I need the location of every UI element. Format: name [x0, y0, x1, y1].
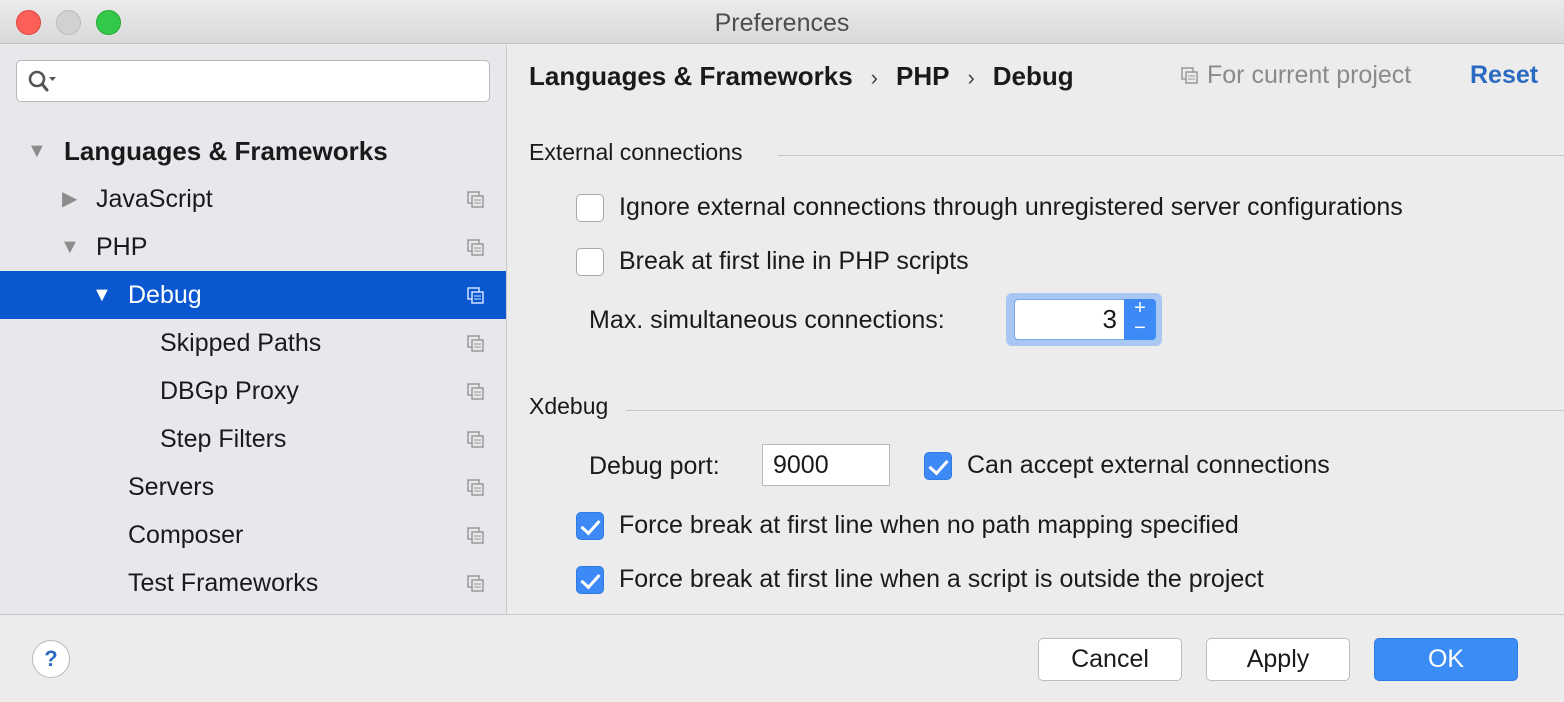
spinner-buttons: + − [1124, 298, 1156, 340]
force-break-outside-project-checkbox-row[interactable]: Force break at first line when a script … [576, 564, 1396, 594]
breadcrumb-debug: Debug [992, 61, 1074, 91]
tree-item-label: DBGp Proxy [160, 377, 299, 405]
tree-item-label: Servers [128, 473, 215, 501]
settings-search-input[interactable] [16, 60, 490, 102]
debug-port-label: Debug port: [589, 452, 720, 480]
tree-item-debug[interactable]: ▼ Debug [0, 271, 506, 319]
project-scope-icon [1181, 67, 1198, 85]
section-divider [626, 410, 1564, 411]
debug-port-field[interactable] [762, 444, 890, 486]
tree-item-label: Composer [128, 521, 244, 549]
debug-port-input[interactable] [763, 445, 889, 485]
increment-button[interactable]: + [1124, 298, 1156, 319]
project-scope-icon [467, 431, 484, 448]
checkbox-label: Can accept external connections [967, 451, 1330, 479]
settings-sidebar: ▼ Languages & Frameworks ▶ JavaScript ▼ … [0, 45, 507, 614]
tree-item-label: Debug [128, 281, 202, 309]
tree-item-label: Languages & Frameworks [64, 136, 388, 166]
tree-item-label: PHP [96, 233, 148, 261]
project-scope-icon [467, 383, 484, 400]
section-title-external-connections: External connections [529, 139, 743, 165]
checkbox-label: Force break at first line when no path m… [619, 511, 1239, 539]
ignore-external-connections-checkbox-row[interactable]: Ignore external connections through unre… [576, 192, 1536, 222]
tree-item-label: Test Frameworks [128, 569, 319, 597]
break-first-line-checkbox-row[interactable]: Break at first line in PHP scripts [576, 246, 1176, 276]
tree-item-label: Step Filters [160, 425, 287, 453]
apply-button[interactable]: Apply [1206, 638, 1350, 681]
breadcrumb: Languages & Frameworks › PHP › Debug [529, 61, 1074, 92]
tree-item-label: JavaScript [96, 185, 213, 213]
section-divider [778, 155, 1564, 156]
dialog-button-bar: ? Cancel Apply OK [0, 614, 1564, 702]
settings-content: Languages & Frameworks › PHP › Debug For cur… [508, 45, 1564, 614]
tree-item-javascript[interactable]: ▶ JavaScript [0, 175, 506, 223]
scope-indicator: For current project [1181, 61, 1411, 90]
project-scope-icon [467, 191, 484, 208]
tree-item-composer[interactable]: Composer [0, 511, 506, 559]
section-title-xdebug: Xdebug [529, 393, 609, 419]
project-scope-icon [467, 335, 484, 352]
tree-item-languages-frameworks[interactable]: ▼ Languages & Frameworks [0, 127, 506, 175]
max-connections-label: Max. simultaneous connections: [589, 306, 945, 334]
breadcrumb-php: PHP [895, 61, 950, 91]
checkbox-label: Force break at first line when a script … [619, 565, 1264, 593]
expand-arrow-icon[interactable]: ▼ [27, 127, 47, 175]
force-break-no-mapping-checkbox[interactable] [576, 512, 604, 540]
breadcrumb-separator: › [967, 65, 975, 90]
ignore-external-connections-checkbox[interactable] [576, 194, 604, 222]
breadcrumb-languages-frameworks: Languages & Frameworks [529, 61, 853, 91]
project-scope-icon [467, 575, 484, 592]
reset-link[interactable]: Reset [1470, 61, 1538, 90]
title-bar: Preferences [0, 0, 1564, 44]
force-break-outside-project-checkbox[interactable] [576, 566, 604, 594]
accept-external-connections-checkbox[interactable] [924, 452, 952, 480]
accept-external-connections-checkbox-row[interactable]: Can accept external connections [924, 450, 1444, 480]
force-break-no-mapping-checkbox-row[interactable]: Force break at first line when no path m… [576, 510, 1376, 540]
ok-button[interactable]: OK [1374, 638, 1518, 681]
preferences-window: Preferences ▼ Languages & Frameworks ▶ J… [0, 0, 1564, 702]
tree-item-step-filters[interactable]: Step Filters [0, 415, 506, 463]
tree-item-servers[interactable]: Servers [0, 463, 506, 511]
cancel-button[interactable]: Cancel [1038, 638, 1182, 681]
scope-label: For current project [1207, 61, 1412, 89]
tree-item-skipped-paths[interactable]: Skipped Paths [0, 319, 506, 367]
project-scope-icon [467, 287, 484, 304]
project-scope-icon [467, 479, 484, 496]
project-scope-icon [467, 239, 484, 256]
help-button[interactable]: ? [32, 640, 70, 678]
checkbox-label: Break at first line in PHP scripts [619, 247, 969, 275]
max-connections-spinner[interactable]: 3 + − [1014, 298, 1156, 340]
tree-item-test-frameworks[interactable]: Test Frameworks [0, 559, 506, 607]
breadcrumb-separator: › [870, 65, 878, 90]
spinner-value[interactable]: 3 [1103, 304, 1117, 335]
tree-item-php[interactable]: ▼ PHP [0, 223, 506, 271]
tree-item-label: Skipped Paths [160, 329, 322, 357]
search-icon[interactable] [27, 68, 57, 94]
collapse-arrow-icon[interactable]: ▶ [62, 175, 77, 223]
project-scope-icon [467, 527, 484, 544]
decrement-button[interactable]: − [1124, 318, 1156, 339]
checkbox-label: Ignore external connections through unre… [619, 193, 1403, 221]
break-first-line-checkbox[interactable] [576, 248, 604, 276]
tree-item-dbgp-proxy[interactable]: DBGp Proxy [0, 367, 506, 415]
expand-arrow-icon[interactable]: ▼ [92, 271, 112, 319]
expand-arrow-icon[interactable]: ▼ [60, 223, 80, 271]
window-title: Preferences [714, 9, 850, 37]
